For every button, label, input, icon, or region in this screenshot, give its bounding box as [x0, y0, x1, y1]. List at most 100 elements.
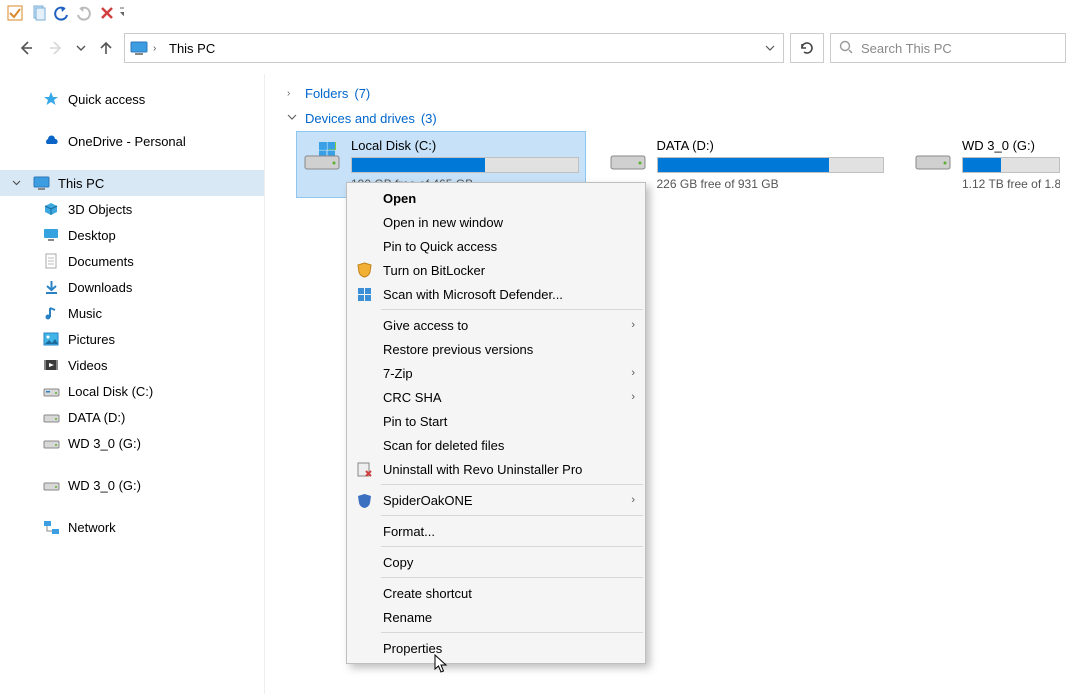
sidebar-item-wd-g[interactable]: WD 3_0 (G:): [0, 430, 264, 456]
qat-delete-icon[interactable]: [96, 2, 118, 24]
sidebar-item-music[interactable]: Music: [0, 300, 264, 326]
drive-free-label: 226 GB free of 931 GB: [657, 177, 885, 191]
ctx-label: Pin to Quick access: [383, 239, 497, 254]
chevron-down-icon[interactable]: [12, 178, 22, 189]
sidebar-item-videos[interactable]: Videos: [0, 352, 264, 378]
refresh-button[interactable]: [790, 33, 824, 63]
sidebar-item-label: OneDrive - Personal: [68, 134, 186, 149]
documents-icon: [42, 252, 60, 270]
drive-usage-bar: [351, 157, 579, 173]
ctx-give-access[interactable]: Give access to›: [347, 313, 645, 337]
drive-wd-g[interactable]: WD 3_0 (G:) 1.12 TB free of 1.8: [908, 132, 1066, 197]
ctx-label: Create shortcut: [383, 586, 472, 601]
ctx-pin-quick-access[interactable]: Pin to Quick access: [347, 234, 645, 258]
group-label: Folders: [305, 86, 348, 101]
qat-checkbox-icon[interactable]: [4, 2, 26, 24]
ctx-rename[interactable]: Rename: [347, 605, 645, 629]
sidebar-item-pictures[interactable]: Pictures: [0, 326, 264, 352]
ctx-crc-sha[interactable]: CRC SHA›: [347, 385, 645, 409]
submenu-arrow-icon: ›: [631, 367, 635, 379]
drive-os-icon: [303, 142, 341, 174]
sidebar-item-label: Videos: [68, 358, 108, 373]
quick-access-toolbar: [0, 0, 1080, 26]
ctx-label: 7-Zip: [383, 366, 413, 381]
sidebar-item-label: Pictures: [68, 332, 115, 347]
ctx-separator: [381, 546, 643, 547]
star-icon: [42, 90, 60, 108]
group-count: (7): [354, 86, 370, 101]
navigation-pane: Quick access OneDrive - Personal This PC…: [0, 74, 265, 694]
drive-name: WD 3_0 (G:): [962, 138, 1060, 153]
sidebar-item-wd-g-removable[interactable]: WD 3_0 (G:): [0, 472, 264, 498]
sidebar-item-onedrive[interactable]: OneDrive - Personal: [0, 128, 264, 154]
group-devices-drives[interactable]: Devices and drives (3): [287, 111, 1066, 126]
ctx-spideroak[interactable]: SpiderOakONE›: [347, 488, 645, 512]
sidebar-item-3d-objects[interactable]: 3D Objects: [0, 196, 264, 222]
nav-back-button[interactable]: [14, 36, 38, 60]
qat-customize-dropdown[interactable]: [119, 4, 124, 22]
sidebar-item-label: This PC: [58, 176, 104, 191]
qat-copy-icon[interactable]: [27, 2, 49, 24]
sidebar-item-this-pc[interactable]: This PC: [0, 170, 264, 196]
group-count: (3): [421, 111, 437, 126]
ctx-scan-deleted[interactable]: Scan for deleted files: [347, 433, 645, 457]
downloads-icon: [42, 278, 60, 296]
search-icon: [839, 40, 853, 57]
drive-usage-bar: [962, 157, 1060, 173]
address-dropdown-icon[interactable]: [761, 43, 779, 53]
sidebar-item-label: DATA (D:): [68, 410, 125, 425]
sidebar-item-data-d[interactable]: DATA (D:): [0, 404, 264, 430]
drive-free-label: 1.12 TB free of 1.8: [962, 177, 1060, 191]
ctx-label: Scan for deleted files: [383, 438, 504, 453]
sidebar-item-quick-access[interactable]: Quick access: [0, 86, 264, 112]
ctx-pin-start[interactable]: Pin to Start: [347, 409, 645, 433]
ctx-7zip[interactable]: 7-Zip ›: [347, 361, 645, 385]
ctx-restore-previous[interactable]: Restore previous versions: [347, 337, 645, 361]
breadcrumb-this-pc[interactable]: This PC: [167, 41, 757, 56]
sidebar-item-label: Documents: [68, 254, 134, 269]
ctx-copy[interactable]: Copy: [347, 550, 645, 574]
sidebar-item-local-disk-c[interactable]: Local Disk (C:): [0, 378, 264, 404]
ctx-revo-uninstaller[interactable]: Uninstall with Revo Uninstaller Pro: [347, 457, 645, 481]
ctx-properties[interactable]: Properties: [347, 636, 645, 660]
group-folders[interactable]: › Folders (7): [287, 86, 1066, 101]
ctx-label: Open: [383, 191, 416, 206]
drive-icon: [42, 408, 60, 426]
nav-up-button[interactable]: [94, 36, 118, 60]
search-box[interactable]: Search This PC: [830, 33, 1066, 63]
revo-icon: [355, 460, 373, 478]
nav-recent-dropdown[interactable]: [74, 36, 88, 60]
ctx-label: Rename: [383, 610, 432, 625]
drive-usage-bar: [657, 157, 885, 173]
videos-icon: [42, 356, 60, 374]
qat-redo-icon[interactable]: [73, 2, 95, 24]
music-icon: [42, 304, 60, 322]
sidebar-item-label: Local Disk (C:): [68, 384, 153, 399]
sidebar-item-desktop[interactable]: Desktop: [0, 222, 264, 248]
ctx-open-new-window[interactable]: Open in new window: [347, 210, 645, 234]
drive-icon: [914, 142, 952, 174]
ctx-create-shortcut[interactable]: Create shortcut: [347, 581, 645, 605]
ctx-open[interactable]: Open: [347, 186, 645, 210]
sidebar-item-label: 3D Objects: [68, 202, 132, 217]
shield-icon: [355, 261, 373, 279]
ctx-bitlocker[interactable]: Turn on BitLocker: [347, 258, 645, 282]
group-label: Devices and drives: [305, 111, 415, 126]
cloud-icon: [42, 132, 60, 150]
sidebar-item-documents[interactable]: Documents: [0, 248, 264, 274]
ctx-label: SpiderOakONE: [383, 493, 473, 508]
address-bar[interactable]: › This PC: [124, 33, 784, 63]
nav-forward-button: [44, 36, 68, 60]
ctx-defender[interactable]: Scan with Microsoft Defender...: [347, 282, 645, 306]
drive-name: DATA (D:): [657, 138, 885, 153]
qat-undo-icon[interactable]: [50, 2, 72, 24]
ctx-label: Give access to: [383, 318, 468, 333]
ctx-format[interactable]: Format...: [347, 519, 645, 543]
this-pc-icon: [32, 174, 50, 192]
breadcrumb-chevron-icon[interactable]: ›: [153, 43, 163, 54]
sidebar-item-downloads[interactable]: Downloads: [0, 274, 264, 300]
chevron-right-icon: ›: [287, 88, 299, 99]
ctx-separator: [381, 515, 643, 516]
sidebar-item-network[interactable]: Network: [0, 514, 264, 540]
ctx-label: Scan with Microsoft Defender...: [383, 287, 563, 302]
